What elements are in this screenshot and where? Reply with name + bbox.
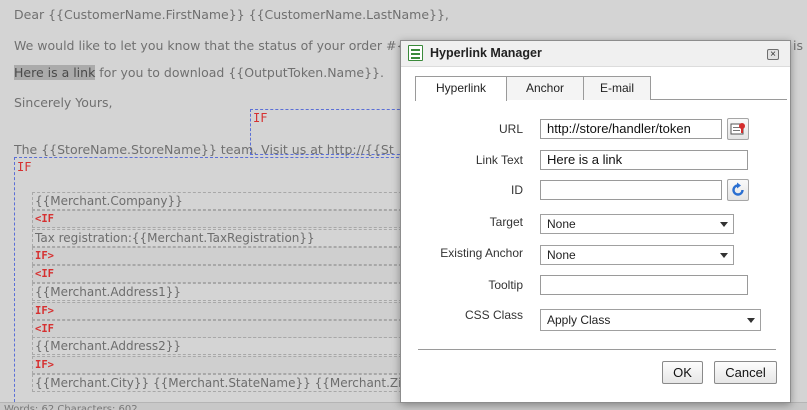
target-select[interactable]: None (540, 214, 734, 234)
if-open-tag: <IF (32, 210, 412, 228)
team-line: The {{StoreName.StoreName}} team. Visit … (14, 142, 394, 157)
tooltip-label: Tooltip (488, 278, 523, 292)
target-select-value: None (547, 217, 576, 231)
id-input[interactable] (540, 180, 722, 200)
if-label-lower: IF (17, 160, 32, 174)
tab-hyperlink[interactable]: Hyperlink (415, 76, 507, 101)
existing-anchor-value: None (547, 248, 576, 262)
dialog-titlebar[interactable]: Hyperlink Manager × (401, 41, 790, 67)
tax-registration-row: Tax registration:{{Merchant.TaxRegistrat… (32, 229, 412, 247)
document-manager-icon[interactable] (727, 118, 749, 140)
if-label-upper: IF (253, 111, 268, 125)
chevron-down-icon (747, 318, 755, 323)
link-text-input[interactable]: Here is a link (540, 150, 748, 170)
cancel-button[interactable]: Cancel (714, 361, 777, 384)
merchant-company-row: {{Merchant.Company}} (32, 192, 412, 210)
ok-button[interactable]: OK (662, 361, 703, 384)
dialog-separator (418, 349, 776, 350)
tab-email[interactable]: E-mail (583, 76, 651, 100)
editor-statusbar: Words: 62 Characters: 602 (0, 402, 807, 410)
chevron-down-icon (720, 222, 728, 227)
merchant-city-row: {{Merchant.City}} {{Merchant.StateName}}… (32, 374, 412, 392)
url-input[interactable]: http://store/handler/token (540, 119, 722, 139)
hyperlink-manager-dialog: Hyperlink Manager × Hyperlink Anchor E-m… (400, 40, 791, 403)
merchant-address2-row: {{Merchant.Address2}} (32, 337, 412, 355)
refresh-icon[interactable] (727, 179, 749, 201)
download-line: Here is a link for you to download {{Out… (14, 65, 384, 80)
existing-anchor-label: Existing Anchor (440, 246, 523, 260)
download-text: for you to download {{OutputToken.Name}}… (95, 65, 384, 80)
if-close-tag: IF> (32, 356, 412, 374)
if-close-tag: IF> (32, 302, 412, 320)
closing-line: Sincerely Yours, (14, 95, 113, 110)
status-line: We would like to let you know that the s… (14, 38, 413, 53)
css-class-value: Apply Class (547, 313, 611, 327)
target-label: Target (489, 215, 523, 229)
dialog-title: Hyperlink Manager (430, 46, 542, 60)
css-class-select[interactable]: Apply Class (540, 309, 761, 331)
greeting-line: Dear {{CustomerName.FirstName}} {{Custom… (14, 7, 449, 22)
if-open-tag: <IF (32, 265, 412, 283)
tooltip-input[interactable] (540, 275, 748, 295)
existing-anchor-select[interactable]: None (540, 245, 734, 265)
status-line-tail: is (793, 38, 803, 53)
if-open-tag: <IF (32, 320, 412, 338)
tab-anchor[interactable]: Anchor (506, 76, 584, 100)
css-class-label: CSS Class (464, 308, 523, 322)
if-close-tag: IF> (32, 247, 412, 265)
merchant-address1-row: {{Merchant.Address1}} (32, 283, 412, 301)
id-label: ID (511, 183, 523, 197)
link-text-label: Link Text (475, 153, 523, 167)
url-label: URL (498, 122, 523, 136)
chevron-down-icon (720, 253, 728, 258)
hyperlink-manager-icon (408, 45, 423, 61)
selected-link-text[interactable]: Here is a link (14, 65, 96, 80)
close-icon[interactable]: × (767, 49, 779, 60)
